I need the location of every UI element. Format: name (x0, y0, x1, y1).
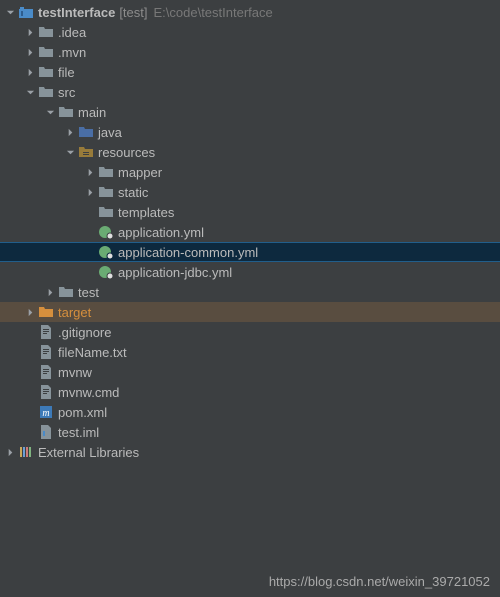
tree-label: application.yml (118, 225, 204, 240)
tree-label: mvnw (58, 365, 92, 380)
tree-label: mvnw.cmd (58, 385, 119, 400)
chevron-right-icon[interactable] (24, 26, 36, 38)
tree-row-app-common-yml[interactable]: application-common.yml (0, 242, 500, 262)
tree-label: External Libraries (38, 445, 139, 460)
folder-icon (38, 44, 54, 60)
tree-row-idea[interactable]: .idea (0, 22, 500, 42)
tree-row-src[interactable]: src (0, 82, 500, 102)
resources-folder-icon (78, 144, 94, 160)
folder-icon (38, 24, 54, 40)
module-folder-icon (18, 4, 34, 20)
tree-row-file[interactable]: file (0, 62, 500, 82)
tree-row-static[interactable]: static (0, 182, 500, 202)
module-file-icon (38, 424, 54, 440)
tree-label: mapper (118, 165, 162, 180)
chevron-right-icon[interactable] (24, 66, 36, 78)
tree-label: test (78, 285, 99, 300)
tree-row-templates[interactable]: templates (0, 202, 500, 222)
tree-label: resources (98, 145, 155, 160)
tree-label: .gitignore (58, 325, 111, 340)
text-file-icon (38, 364, 54, 380)
tree-label: java (98, 125, 122, 140)
chevron-right-icon[interactable] (44, 286, 56, 298)
chevron-down-icon[interactable] (4, 6, 16, 18)
tree-label: .idea (58, 25, 86, 40)
maven-file-icon: m (38, 404, 54, 420)
tree-row-root[interactable]: testInterface [test] E:\code\testInterfa… (0, 2, 500, 22)
tree-label: application-jdbc.yml (118, 265, 232, 280)
tree-label: .mvn (58, 45, 86, 60)
tree-row-test-iml[interactable]: test.iml (0, 422, 500, 442)
tree-label: pom.xml (58, 405, 107, 420)
tree-row-main[interactable]: main (0, 102, 500, 122)
excluded-folder-icon (38, 304, 54, 320)
tree-row-mvn[interactable]: .mvn (0, 42, 500, 62)
tree-label: fileName.txt (58, 345, 127, 360)
chevron-down-icon[interactable] (44, 106, 56, 118)
folder-icon (38, 64, 54, 80)
project-tree: testInterface [test] E:\code\testInterfa… (0, 0, 500, 462)
tree-row-mvnw[interactable]: mvnw (0, 362, 500, 382)
text-file-icon (38, 324, 54, 340)
spring-config-icon (98, 224, 114, 240)
tree-label: static (118, 185, 148, 200)
root-name: testInterface (38, 5, 115, 20)
tree-row-gitignore[interactable]: .gitignore (0, 322, 500, 342)
tree-row-java[interactable]: java (0, 122, 500, 142)
chevron-right-icon[interactable] (84, 166, 96, 178)
tree-label: test.iml (58, 425, 99, 440)
text-file-icon (38, 344, 54, 360)
text-file-icon (38, 384, 54, 400)
root-bracket: [test] (119, 5, 147, 20)
source-folder-icon (78, 124, 94, 140)
folder-icon (58, 284, 74, 300)
tree-row-app-yml[interactable]: application.yml (0, 222, 500, 242)
svg-text:m: m (42, 408, 49, 419)
tree-row-pom-xml[interactable]: m pom.xml (0, 402, 500, 422)
folder-icon (98, 164, 114, 180)
tree-row-filename-txt[interactable]: fileName.txt (0, 342, 500, 362)
tree-row-test[interactable]: test (0, 282, 500, 302)
tree-label: target (58, 305, 91, 320)
chevron-down-icon[interactable] (64, 146, 76, 158)
tree-row-external-libraries[interactable]: External Libraries (0, 442, 500, 462)
chevron-down-icon[interactable] (24, 86, 36, 98)
folder-icon (58, 104, 74, 120)
folder-icon (38, 84, 54, 100)
chevron-right-icon[interactable] (24, 306, 36, 318)
tree-row-mvnw-cmd[interactable]: mvnw.cmd (0, 382, 500, 402)
root-path: E:\code\testInterface (154, 5, 273, 20)
tree-row-target[interactable]: target (0, 302, 500, 322)
tree-label: templates (118, 205, 174, 220)
folder-icon (98, 184, 114, 200)
tree-label: main (78, 105, 106, 120)
folder-icon (98, 204, 114, 220)
chevron-right-icon[interactable] (64, 126, 76, 138)
spring-config-icon (98, 264, 114, 280)
tree-label: src (58, 85, 75, 100)
libraries-icon (18, 444, 34, 460)
chevron-right-icon[interactable] (24, 46, 36, 58)
tree-label: application-common.yml (118, 245, 258, 260)
tree-row-mapper[interactable]: mapper (0, 162, 500, 182)
chevron-right-icon[interactable] (84, 186, 96, 198)
tree-row-app-jdbc-yml[interactable]: application-jdbc.yml (0, 262, 500, 282)
chevron-right-icon[interactable] (4, 446, 16, 458)
tree-label: file (58, 65, 75, 80)
tree-row-resources[interactable]: resources (0, 142, 500, 162)
watermark-text: https://blog.csdn.net/weixin_39721052 (269, 574, 490, 589)
spring-config-icon (98, 244, 114, 260)
